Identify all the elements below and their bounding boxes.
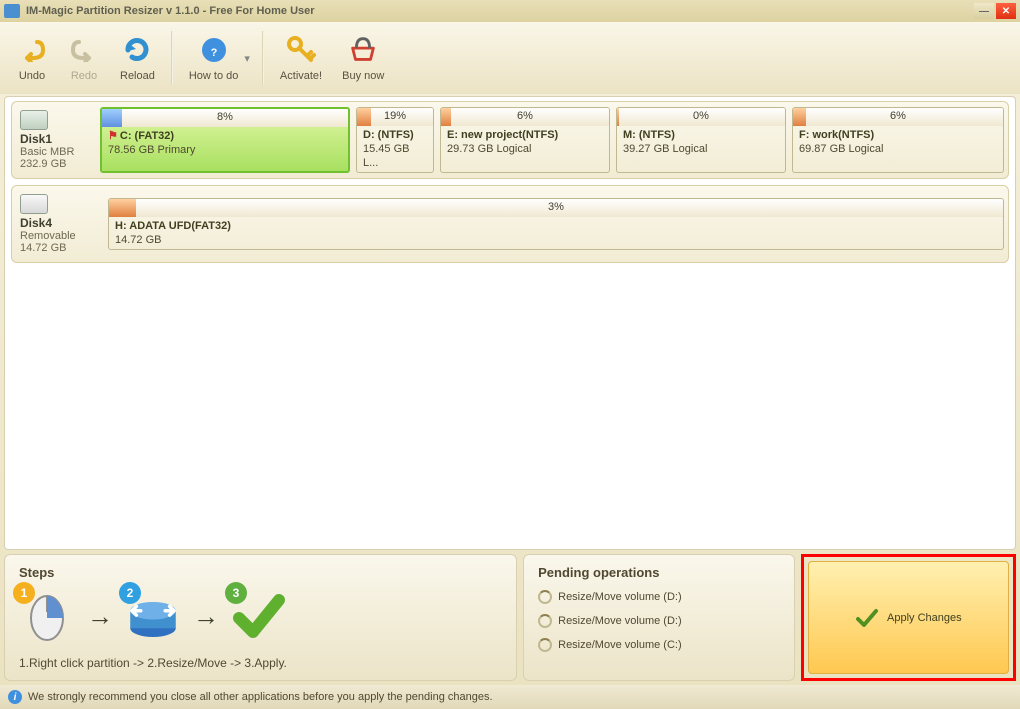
lower-panels: Steps 1 → 2 → 3 1.Right click partition … <box>4 554 1016 681</box>
disk-row[interactable]: Disk1 Basic MBR 232.9 GB 8% ⚑C: (FAT32)7… <box>11 101 1009 179</box>
basket-icon <box>347 34 379 66</box>
pending-item[interactable]: Resize/Move volume (D:) <box>538 588 780 606</box>
redo-button[interactable]: Redo <box>58 30 110 86</box>
pending-item[interactable]: Resize/Move volume (D:) <box>538 612 780 630</box>
steps-panel: Steps 1 → 2 → 3 1.Right click partition … <box>4 554 517 681</box>
toolbar-separator <box>262 31 264 85</box>
usb-icon <box>20 194 48 214</box>
disk-list: Disk1 Basic MBR 232.9 GB 8% ⚑C: (FAT32)7… <box>4 96 1016 550</box>
buy-button[interactable]: Buy now <box>332 30 394 86</box>
reload-icon <box>121 34 153 66</box>
apply-changes-button[interactable]: Apply Changes <box>808 561 1009 674</box>
pending-heading: Pending operations <box>538 565 780 580</box>
spinner-icon <box>538 638 552 652</box>
partition[interactable]: 0% M: (NTFS)39.27 GB Logical <box>616 107 786 174</box>
step-3-badge: 3 <box>225 582 247 604</box>
pending-item[interactable]: Resize/Move volume (C:) <box>538 636 780 654</box>
redo-icon <box>68 34 100 66</box>
disk-row[interactable]: Disk4 Removable 14.72 GB 3% H: ADATA UFD… <box>11 185 1009 263</box>
key-icon <box>285 34 317 66</box>
howto-dropdown-icon[interactable]: ▾ <box>244 52 250 65</box>
step-2-badge: 2 <box>119 582 141 604</box>
status-text: We strongly recommend you close all othe… <box>28 691 493 703</box>
titlebar: IM-Magic Partition Resizer v 1.1.0 - Fre… <box>0 0 1020 22</box>
spinner-icon <box>538 590 552 604</box>
minimize-button[interactable]: — <box>974 3 994 19</box>
step-1-badge: 1 <box>13 582 35 604</box>
pending-panel: Pending operations Resize/Move volume (D… <box>523 554 795 681</box>
arrow-icon: → <box>193 601 219 632</box>
arrow-icon: → <box>87 601 113 632</box>
disk-label: Disk4 Removable 14.72 GB <box>16 190 104 258</box>
apply-highlight: Apply Changes <box>801 554 1016 681</box>
activate-button[interactable]: Activate! <box>270 30 332 86</box>
undo-icon <box>16 34 48 66</box>
svg-text:?: ? <box>210 47 217 59</box>
reload-button[interactable]: Reload <box>110 30 165 86</box>
help-icon: ? <box>198 34 230 66</box>
partition[interactable]: 3% H: ADATA UFD(FAT32)14.72 GB <box>108 198 1004 251</box>
check-icon <box>855 606 879 630</box>
undo-button[interactable]: Undo <box>6 30 58 86</box>
statusbar: i We strongly recommend you close all ot… <box>0 685 1020 709</box>
spinner-icon <box>538 614 552 628</box>
disk-label: Disk1 Basic MBR 232.9 GB <box>16 106 96 174</box>
partition[interactable]: 6% E: new project(NTFS)29.73 GB Logical <box>440 107 610 174</box>
partition[interactable]: 6% F: work(NTFS)69.87 GB Logical <box>792 107 1004 174</box>
partition-container: 3% H: ADATA UFD(FAT32)14.72 GB <box>108 198 1004 251</box>
close-button[interactable]: ✕ <box>996 3 1016 19</box>
partition[interactable]: 8% ⚑C: (FAT32)78.56 GB Primary <box>100 107 350 174</box>
toolbar-separator <box>171 31 173 85</box>
app-icon <box>4 4 20 18</box>
partition[interactable]: 19% D: (NTFS)15.45 GB L... <box>356 107 434 174</box>
howto-button[interactable]: ? How to do <box>179 30 249 86</box>
steps-text: 1.Right click partition -> 2.Resize/Move… <box>19 656 502 670</box>
hdd-icon <box>20 110 48 130</box>
partition-container: 8% ⚑C: (FAT32)78.56 GB Primary 19% D: (N… <box>100 107 1004 174</box>
info-icon: i <box>8 690 22 704</box>
toolbar: Undo Redo Reload ? How to do ▾ Activate!… <box>0 22 1020 94</box>
flag-icon: ⚑ <box>108 130 118 142</box>
steps-heading: Steps <box>19 565 502 580</box>
window-title: IM-Magic Partition Resizer v 1.1.0 - Fre… <box>26 5 315 17</box>
